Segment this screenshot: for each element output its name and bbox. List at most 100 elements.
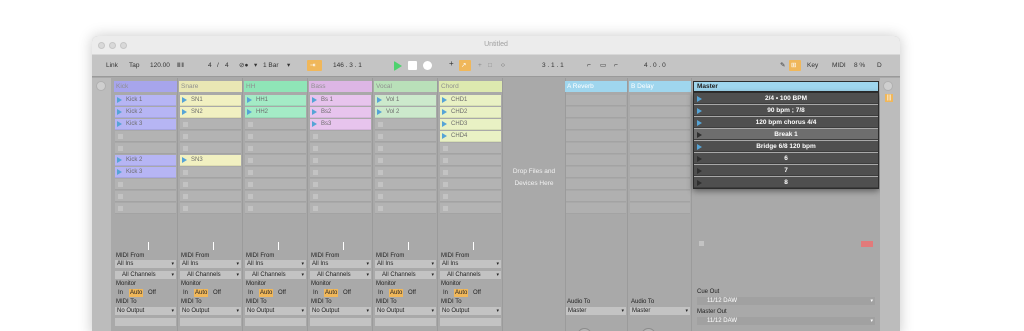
clip-stop-icon[interactable] (443, 170, 448, 175)
track-header[interactable]: Snare (179, 81, 242, 92)
clip-play-icon[interactable] (182, 157, 187, 163)
clip-stop-icon[interactable] (248, 182, 253, 187)
scene-launch-icon[interactable] (697, 143, 702, 150)
clip-stop-icon[interactable] (378, 206, 383, 211)
track-header[interactable]: HH (244, 81, 307, 92)
scene-row[interactable]: 8 (694, 177, 878, 188)
clip-play-icon[interactable] (312, 97, 317, 103)
clip-stop-icon[interactable] (118, 146, 123, 151)
empty-clip-slot[interactable] (115, 191, 176, 202)
midi-from-select[interactable]: All Ins ▾ (375, 260, 436, 268)
empty-clip-slot[interactable] (375, 155, 436, 166)
empty-clip-slot[interactable] (310, 191, 371, 202)
clip-play-icon[interactable] (247, 97, 252, 103)
return-track-header[interactable]: A Reverb (565, 81, 627, 92)
clip-play-icon[interactable] (442, 121, 447, 127)
empty-clip-slot[interactable] (630, 179, 690, 190)
empty-clip-slot[interactable] (180, 131, 241, 142)
empty-clip-slot[interactable] (630, 95, 690, 106)
scene-launch-icon[interactable] (697, 155, 702, 162)
scene-row[interactable]: Break 1 (694, 129, 878, 140)
midi-to-channel-select[interactable] (375, 318, 436, 326)
empty-clip-slot[interactable] (375, 203, 436, 214)
monitor-off-button[interactable]: Off (408, 289, 416, 297)
loop-switch-icon[interactable]: ▭ (600, 62, 606, 70)
clip-play-icon[interactable] (117, 109, 122, 115)
record-icon[interactable] (423, 61, 432, 70)
empty-clip-slot[interactable] (180, 191, 241, 202)
track-header[interactable]: Chord (439, 81, 502, 92)
clip-stop-icon[interactable] (248, 170, 253, 175)
midi-from-select[interactable]: All Ins ▾ (245, 260, 306, 268)
clip-stop-icon[interactable] (183, 134, 188, 139)
empty-clip-slot[interactable] (245, 155, 306, 166)
clip-stop-icon[interactable] (378, 134, 383, 139)
midi-to-channel-select[interactable] (310, 318, 371, 326)
scene-row[interactable]: 7 (694, 165, 878, 176)
clip-slot[interactable]: HH2 (245, 107, 306, 118)
nudge-icon[interactable]: ‖l ll (177, 62, 184, 70)
clip-slot[interactable]: SN2 (180, 107, 241, 118)
clip-slot[interactable]: Kick 2 (115, 107, 176, 118)
clip-slot[interactable]: SN1 (180, 95, 241, 106)
scene-launch-icon[interactable] (697, 119, 702, 126)
midi-to-channel-select[interactable] (180, 318, 241, 326)
clip-stop-icon[interactable] (378, 122, 383, 127)
master-header[interactable]: Master (693, 81, 879, 92)
empty-clip-slot[interactable] (630, 203, 690, 214)
empty-clip-slot[interactable] (375, 119, 436, 130)
monitor-in-button[interactable]: In (118, 289, 123, 297)
empty-clip-slot[interactable] (375, 167, 436, 178)
empty-clip-slot[interactable] (245, 179, 306, 190)
time-signature-denominator[interactable]: 4 (225, 62, 229, 70)
clip-slot[interactable]: CHD2 (440, 107, 501, 118)
clip-play-icon[interactable] (442, 97, 447, 103)
midi-to-select[interactable]: No Output ▾ (375, 307, 436, 315)
clip-slot[interactable]: Kick 2 (115, 155, 176, 166)
empty-clip-slot[interactable] (245, 167, 306, 178)
empty-clip-slot[interactable] (440, 143, 501, 154)
monitor-auto-button[interactable]: Auto (129, 289, 144, 297)
midi-to-select[interactable]: No Output ▾ (180, 307, 241, 315)
clip-slot[interactable]: Bs3 (310, 119, 371, 130)
clip-stop-icon[interactable] (313, 134, 318, 139)
clip-play-icon[interactable] (117, 97, 122, 103)
monitor-in-button[interactable]: In (378, 289, 383, 297)
clip-slot[interactable]: Vol 2 (375, 107, 436, 118)
empty-clip-slot[interactable] (566, 155, 626, 166)
midi-channel-select[interactable]: All Channels ▾ (310, 271, 371, 279)
midi-to-select[interactable]: No Output ▾ (440, 307, 501, 315)
empty-clip-slot[interactable] (440, 179, 501, 190)
clip-slot[interactable]: Kick 3 (115, 119, 176, 130)
master-stop-all-icon[interactable] (699, 241, 704, 246)
clip-stop-icon[interactable] (183, 182, 188, 187)
empty-clip-slot[interactable] (566, 119, 626, 130)
empty-clip-slot[interactable] (566, 107, 626, 118)
clip-stop-icon[interactable] (248, 146, 253, 151)
loop-start[interactable]: 3 . 1 . 1 (542, 62, 564, 70)
clip-slot[interactable]: SN3 (180, 155, 241, 166)
empty-clip-slot[interactable] (375, 131, 436, 142)
play-icon[interactable] (394, 61, 402, 71)
midi-to-select[interactable]: No Output ▾ (115, 307, 176, 315)
tap-tempo-button[interactable]: Tap (129, 62, 139, 70)
clip-stop-icon[interactable] (378, 158, 383, 163)
midi-to-select[interactable]: No Output ▾ (245, 307, 306, 315)
clip-stop-icon[interactable] (443, 182, 448, 187)
quantize-menu[interactable]: 1 Bar (263, 62, 279, 70)
track-header[interactable]: Vocal (374, 81, 437, 92)
clip-play-icon[interactable] (117, 121, 122, 127)
scene-row[interactable]: 90 bpm ; 7/8 (694, 105, 878, 116)
midi-from-select[interactable]: All Ins ▾ (180, 260, 241, 268)
empty-clip-slot[interactable] (310, 167, 371, 178)
link-button[interactable]: Link (106, 62, 118, 70)
midi-channel-select[interactable]: All Channels ▾ (440, 271, 501, 279)
empty-clip-slot[interactable] (630, 155, 690, 166)
clip-stop-icon[interactable] (248, 206, 253, 211)
monitor-auto-button[interactable]: Auto (259, 289, 274, 297)
midi-to-channel-select[interactable] (245, 318, 306, 326)
clip-play-icon[interactable] (377, 109, 382, 115)
clip-stop-icon[interactable] (183, 122, 188, 127)
audio-to-select[interactable]: Master ▾ (630, 307, 690, 315)
midi-channel-select[interactable]: All Channels ▾ (115, 271, 176, 279)
